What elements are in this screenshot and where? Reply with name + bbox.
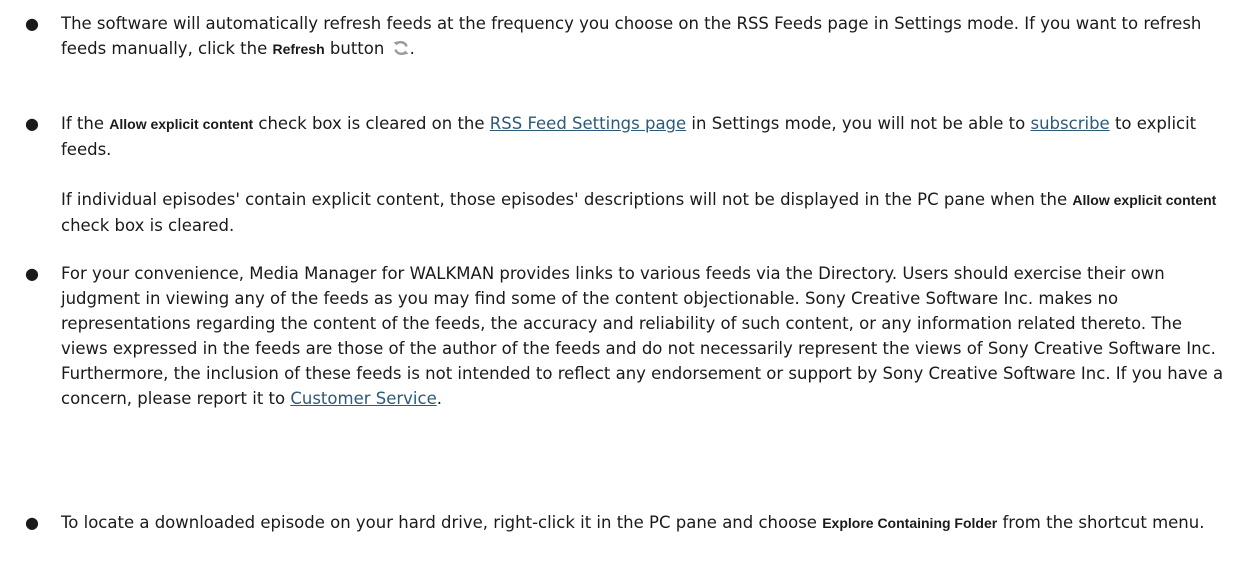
bullet: ● xyxy=(25,513,39,532)
item-content: For your convenience, Media Manager for … xyxy=(61,261,1226,411)
text: check box is cleared on the xyxy=(253,114,490,133)
text: The software will automatically refresh … xyxy=(61,14,1202,58)
text: . xyxy=(436,389,442,408)
text: . xyxy=(409,39,415,58)
allow-explicit-content-label: Allow explicit content xyxy=(109,116,254,132)
paragraph: To locate a downloaded episode on your h… xyxy=(61,510,1226,536)
text: If the xyxy=(61,114,110,133)
refresh-label: Refresh xyxy=(272,41,325,57)
item-content: The software will automatically refresh … xyxy=(61,11,1226,63)
paragraph: The software will automatically refresh … xyxy=(61,11,1226,63)
text: For your convenience, Media Manager for … xyxy=(61,264,1224,408)
bullet: ● xyxy=(25,264,39,283)
customer-service-link[interactable]: Customer Service xyxy=(290,389,436,408)
text: check box is cleared. xyxy=(61,216,235,235)
allow-explicit-content-label: Allow explicit content xyxy=(1072,192,1217,208)
text: To locate a downloaded episode on your h… xyxy=(61,513,823,532)
text: If individual episodes' contain explicit… xyxy=(61,190,1073,209)
bullet: ● xyxy=(25,14,39,33)
paragraph: If individual episodes' contain explicit… xyxy=(61,187,1226,238)
paragraph: For your convenience, Media Manager for … xyxy=(61,261,1226,411)
explore-containing-folder-label: Explore Containing Folder xyxy=(822,515,998,531)
rss-feed-settings-link[interactable]: RSS Feed Settings page xyxy=(490,114,686,133)
refresh-icon[interactable] xyxy=(392,38,410,63)
text: button xyxy=(324,39,390,58)
paragraph: If the Allow explicit content check box … xyxy=(61,111,1226,162)
bullet: ● xyxy=(25,114,39,133)
subscribe-link[interactable]: subscribe xyxy=(1031,114,1110,133)
item-content: To locate a downloaded episode on your h… xyxy=(61,510,1226,536)
item-content: If the Allow explicit content check box … xyxy=(61,111,1226,238)
text: in Settings mode, you will not be able t… xyxy=(686,114,1031,133)
text: from the shortcut menu. xyxy=(997,513,1205,532)
